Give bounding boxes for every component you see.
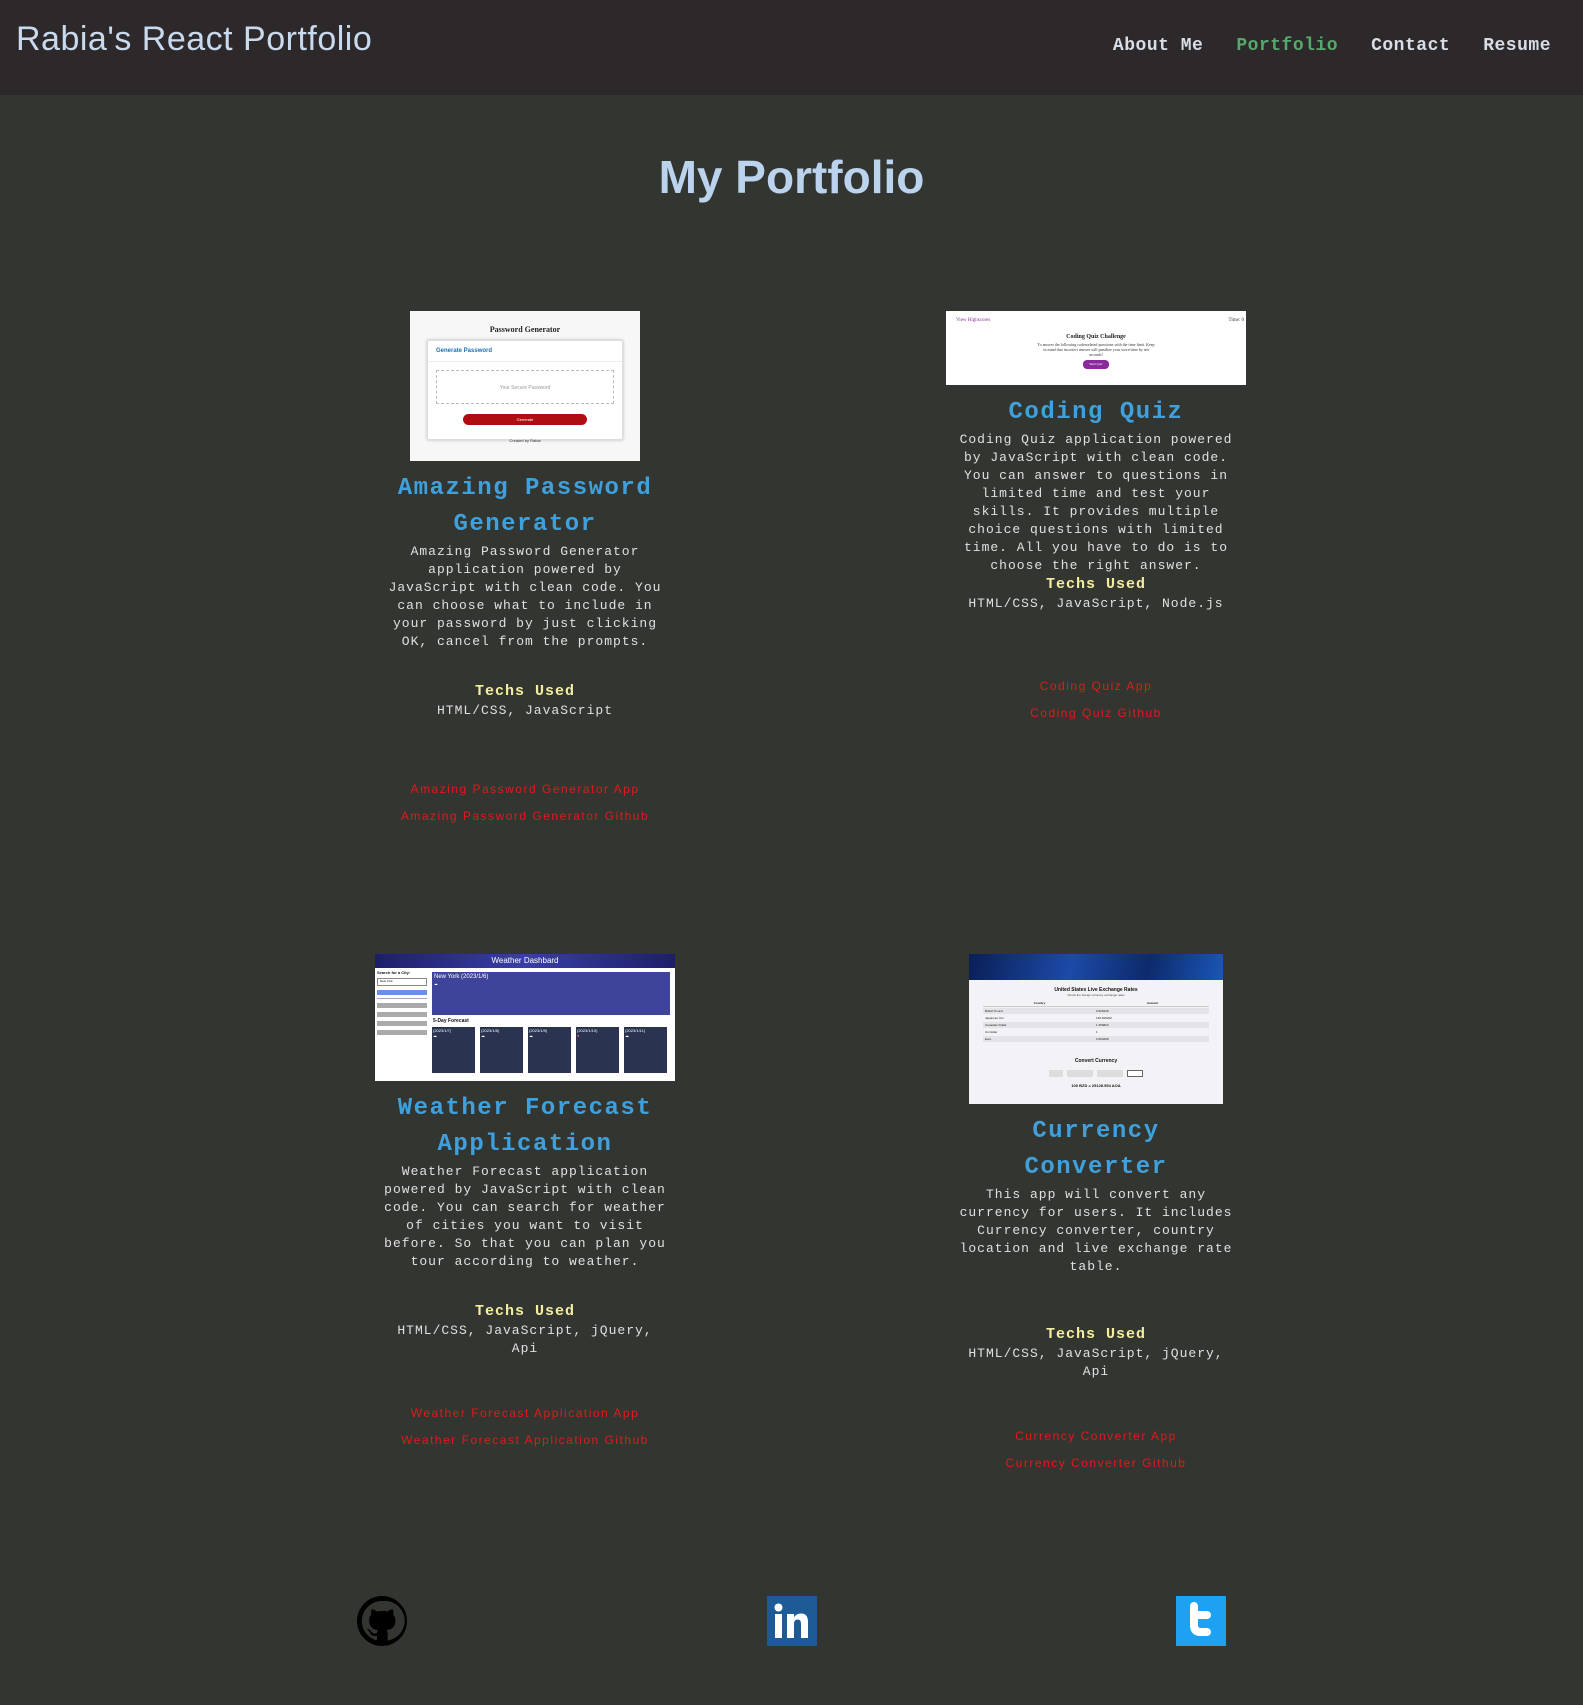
- thumb-current-weather: New York (2023/1/6) ☁: [432, 972, 670, 1015]
- thumb-sub: Check the foreign currency exchange rate…: [1067, 993, 1125, 997]
- thumb-footer: Created by Rabia: [509, 438, 541, 443]
- twitter-icon[interactable]: [1176, 1596, 1226, 1646]
- techs-used-label: Techs Used: [474, 683, 575, 700]
- thumb-forecast-day: (2023/1/10) ●: [576, 1027, 619, 1073]
- app-link[interactable]: Coding Quiz App: [952, 673, 1240, 700]
- thumb-history-item: [377, 1030, 427, 1035]
- project-title: Amazing Password Generator: [397, 475, 653, 538]
- thumb-forecast-day: (2023/1/11) ☁: [624, 1027, 667, 1073]
- project-description: This app will convert any currency for u…: [959, 1187, 1233, 1274]
- project-description: Coding Quiz application powered by JavaS…: [959, 432, 1233, 573]
- project-thumbnail[interactable]: Password Generator Generate Password You…: [410, 311, 640, 461]
- thumb-forecast-day: (2023/1/9) ☁: [528, 1027, 571, 1073]
- techs-list: HTML/CSS, JavaScript: [436, 703, 614, 718]
- techs-list: HTML/CSS, JavaScript, Node.js: [968, 596, 1224, 611]
- github-link[interactable]: Weather Forecast Application Github: [381, 1427, 669, 1454]
- thumb-forecast-label: 5-Day Forecast: [433, 1018, 469, 1024]
- project-title: Currency Converter: [1024, 1118, 1168, 1181]
- techs-used-label: Techs Used: [474, 1303, 575, 1320]
- techs-list: HTML/CSS, JavaScript, jQuery, Api: [397, 1323, 653, 1356]
- thumb-sidebar: Search for a City: New York: [377, 970, 427, 1035]
- nav-portfolio[interactable]: Portfolio: [1236, 36, 1338, 56]
- project-card-password-generator: Password Generator Generate Password You…: [385, 311, 665, 830]
- thumb-banner: [969, 954, 1223, 980]
- main-nav: About Me Portfolio Contact Resume: [1113, 36, 1551, 56]
- thumb-convert-heading: Convert Currency: [1074, 1058, 1118, 1064]
- thumb-history-item: [377, 1003, 427, 1008]
- nav-resume[interactable]: Resume: [1483, 36, 1551, 56]
- thumb-forecast-day: (2023/1/8) ☁: [480, 1027, 523, 1073]
- project-title: Weather Forecast Application: [397, 1095, 653, 1158]
- site-header: Rabia's React Portfolio About Me Portfol…: [0, 0, 1583, 95]
- thumb-search-label: Search for a City:: [377, 970, 411, 975]
- nav-contact[interactable]: Contact: [1371, 36, 1450, 56]
- project-links: Weather Forecast Application App Weather…: [381, 1400, 669, 1454]
- project-card-currency-converter: United States Live Exchange Rates Check …: [952, 954, 1240, 1477]
- techs-used-label: Techs Used: [1045, 576, 1146, 593]
- thumb-convert-controls: [969, 1070, 1223, 1077]
- thumb-history-item: [377, 1012, 427, 1017]
- nav-about-me[interactable]: About Me: [1113, 36, 1203, 56]
- app-link[interactable]: Currency Converter App: [952, 1423, 1240, 1450]
- thumb-cloud-icon: ☁: [434, 980, 438, 987]
- thumb-search-button: [377, 990, 427, 995]
- thumb-subheading: Generate Password: [428, 341, 622, 362]
- techs-list: HTML/CSS, JavaScript, jQuery, Api: [968, 1346, 1224, 1379]
- app-link[interactable]: Amazing Password Generator App: [385, 776, 665, 803]
- page-title: My Portfolio: [658, 151, 925, 203]
- thumb-heading: Password Generator: [489, 325, 561, 334]
- techs-used-label: Techs Used: [1045, 1326, 1146, 1343]
- project-description: Weather Forecast application powered by …: [384, 1164, 666, 1269]
- thumb-search-input: New York: [377, 978, 427, 986]
- thumb-highscores: View Highscores: [956, 318, 991, 323]
- thumb-result: 100 BZD = 25128.954 AOA: [1071, 1083, 1121, 1088]
- thumb-heading: Coding Quiz Challenge: [1066, 334, 1126, 340]
- thumb-forecast-day: (2023/1/7) ☁: [432, 1027, 475, 1073]
- project-thumbnail[interactable]: United States Live Exchange Rates Check …: [969, 954, 1223, 1104]
- thumb-header: Weather Dashbard: [375, 954, 675, 968]
- project-thumbnail[interactable]: Weather Dashbard Search for a City: New …: [375, 954, 675, 1081]
- brand-title[interactable]: Rabia's React Portfolio: [16, 20, 372, 59]
- github-link[interactable]: Currency Converter Github: [952, 1450, 1240, 1477]
- project-links: Coding Quiz App Coding Quiz Github: [952, 673, 1240, 727]
- project-links: Amazing Password Generator App Amazing P…: [385, 776, 665, 830]
- thumb-card: Generate Password Your Secure Password G…: [427, 340, 623, 440]
- thumb-time: Time: 0: [1228, 318, 1244, 323]
- thumb-rates-table: Country Amount British Pound 0.826228 Japa…: [983, 1000, 1209, 1042]
- thumb-history-item: [377, 1021, 427, 1026]
- project-thumbnail[interactable]: View Highscores Time: 0 Coding Quiz Chal…: [946, 311, 1246, 385]
- project-card-weather-forecast: Weather Dashbard Search for a City: New …: [375, 954, 675, 1454]
- thumb-body: To answer the following codesrelated que…: [1037, 342, 1155, 357]
- project-title: Coding Quiz: [1008, 399, 1184, 426]
- github-icon[interactable]: [357, 1596, 407, 1646]
- project-description: Amazing Password Generator application p…: [388, 544, 662, 649]
- github-link[interactable]: Amazing Password Generator Github: [385, 803, 665, 830]
- github-link[interactable]: Coding Quiz Github: [952, 700, 1240, 727]
- linkedin-icon[interactable]: [767, 1596, 817, 1646]
- thumb-forecast-row: (2023/1/7) ☁ (2023/1/8) ☁ (2023/1/9) ☁ (202…: [432, 1027, 667, 1073]
- project-links: Currency Converter App Currency Converte…: [952, 1423, 1240, 1477]
- thumb-generate-button: Generate: [463, 414, 587, 425]
- thumb-password-field: Your Secure Password: [436, 370, 614, 404]
- thumb-divider: [377, 998, 427, 999]
- project-card-coding-quiz: View Highscores Time: 0 Coding Quiz Chal…: [946, 311, 1246, 727]
- thumb-start-button: Start Quiz: [1083, 360, 1109, 369]
- app-link[interactable]: Weather Forecast Application App: [381, 1400, 669, 1427]
